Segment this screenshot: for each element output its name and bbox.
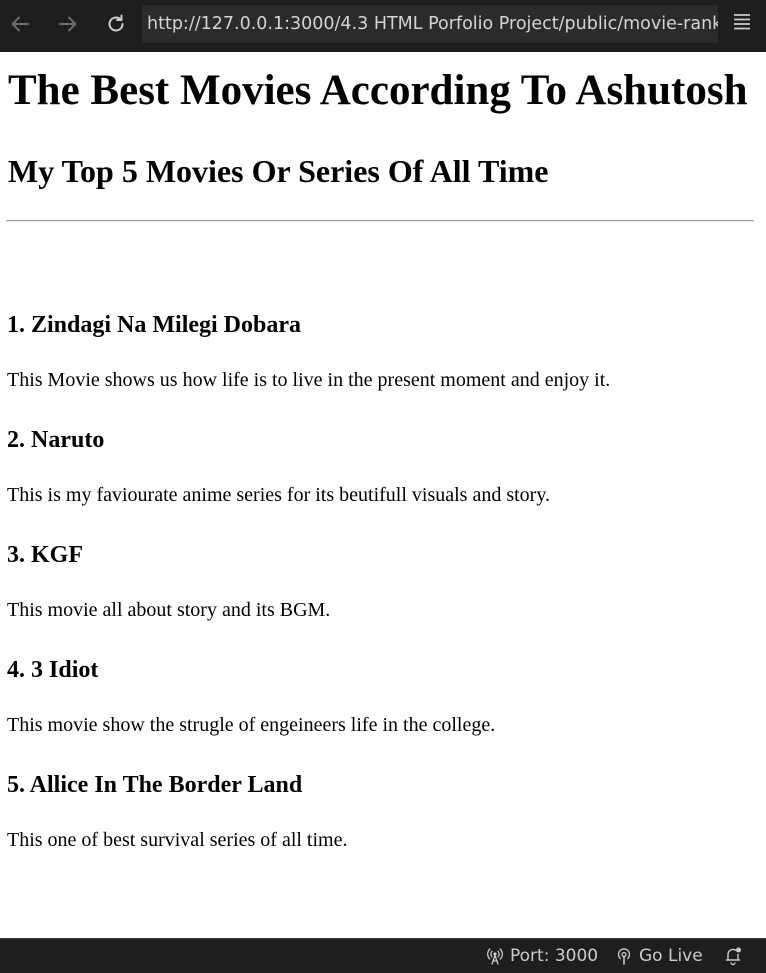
movie-description: This one of best survival series of all … — [7, 829, 348, 851]
movie-description: This is my faviourate anime series for i… — [7, 484, 551, 506]
browser-toolbar: http://127.0.0.1:3000/4.3 HTML Porfolio … — [0, 0, 766, 52]
movie-title: 2. Naruto — [7, 427, 105, 453]
movie-item: 1. Zindagi Na Milegi Dobara This Movie s… — [7, 310, 610, 393]
movie-item: 5. Allice In The Border Land This one of… — [7, 770, 347, 853]
movie-description: This movie all about story and its BGM. — [7, 599, 331, 621]
menu-button[interactable] — [728, 10, 756, 38]
status-bar: Port: 3000 Go Live — [0, 938, 766, 973]
page-subtitle: My Top 5 Movies Or Series Of All Time — [8, 153, 549, 189]
url-text: http://127.0.0.1:3000/4.3 HTML Porfolio … — [147, 14, 718, 34]
bell-icon — [723, 946, 749, 966]
movie-description: This movie show the strugle of engeineer… — [7, 714, 496, 736]
page-viewport: The Best Movies According To Ashutosh My… — [0, 52, 766, 938]
arrow-left-icon — [9, 13, 31, 35]
notifications-button[interactable] — [723, 939, 749, 973]
reload-icon — [105, 13, 127, 35]
arrow-right-icon — [57, 13, 79, 35]
back-button[interactable] — [4, 8, 36, 40]
page-content: The Best Movies According To Ashutosh My… — [0, 64, 766, 222]
podcast-icon — [615, 947, 639, 965]
forward-button[interactable] — [52, 8, 84, 40]
movie-description: This Movie shows us how life is to live … — [7, 369, 611, 391]
movie-item: 3. KGF This movie all about story and it… — [7, 540, 330, 623]
divider — [6, 220, 754, 222]
port-status[interactable]: Port: 3000 — [486, 939, 598, 973]
address-bar[interactable]: http://127.0.0.1:3000/4.3 HTML Porfolio … — [142, 5, 718, 43]
movie-item: 4. 3 Idiot This movie show the strugle o… — [7, 655, 495, 738]
page-title: The Best Movies According To Ashutosh — [8, 67, 748, 114]
go-live-button[interactable]: Go Live — [615, 939, 703, 973]
broadcast-icon — [486, 947, 510, 965]
go-live-label: Go Live — [639, 946, 703, 966]
movie-item: 2. Naruto This is my faviourate anime se… — [7, 425, 550, 508]
movie-title: 5. Allice In The Border Land — [7, 772, 303, 798]
movie-title: 3. KGF — [7, 542, 83, 568]
port-label: Port: 3000 — [510, 946, 599, 966]
reload-button[interactable] — [100, 8, 132, 40]
movie-title: 1. Zindagi Na Milegi Dobara — [7, 312, 302, 338]
movie-title: 4. 3 Idiot — [7, 657, 99, 683]
menu-icon — [732, 13, 752, 36]
